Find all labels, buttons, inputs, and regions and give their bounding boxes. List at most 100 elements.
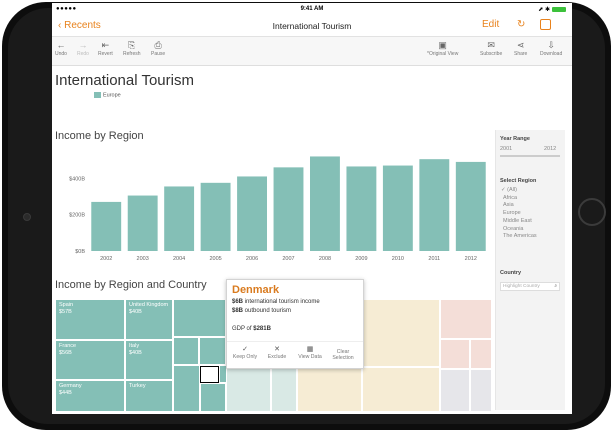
- refresh-label: Refresh: [123, 51, 141, 57]
- bar[interactable]: [419, 159, 450, 251]
- bar[interactable]: [273, 167, 304, 251]
- clear-selection-button[interactable]: Clear Selection: [328, 349, 358, 361]
- home-button[interactable]: [578, 198, 606, 226]
- y-tick-label: $0B: [75, 249, 85, 255]
- treemap-cell[interactable]: [200, 383, 226, 412]
- bar[interactable]: [346, 166, 377, 251]
- cell-label: United Kingdom: [129, 302, 169, 308]
- treemap-cell-france[interactable]: France $56B: [55, 340, 125, 380]
- bar[interactable]: [127, 195, 158, 251]
- treemap-cell-italy[interactable]: Italy $40B: [125, 340, 173, 380]
- clear-selection-label: Clear Selection: [332, 349, 354, 361]
- share-label: Share: [514, 51, 528, 57]
- treemap-cell[interactable]: [440, 339, 470, 369]
- treemap-cell[interactable]: [440, 369, 470, 412]
- revert-icon: ⇤: [101, 40, 110, 50]
- original-view-button[interactable]: ▣ *Original View: [427, 40, 458, 57]
- treemap-cell[interactable]: [226, 367, 271, 412]
- treemap-cell[interactable]: [199, 337, 226, 365]
- download-icon: ⇩: [547, 40, 555, 50]
- x-tick-label: 2006: [246, 256, 258, 262]
- treemap-cell-germany[interactable]: Germany $44B: [55, 380, 125, 412]
- treemap-cell[interactable]: [470, 339, 492, 369]
- region-option[interactable]: ✓ (All): [501, 187, 517, 195]
- region-option[interactable]: Africa: [503, 195, 517, 203]
- bar[interactable]: [455, 161, 486, 251]
- y-tick-label: $400B: [69, 176, 85, 182]
- cell-label: Turkey: [129, 383, 146, 389]
- x-tick-label: 2005: [209, 256, 221, 262]
- treemap-cell[interactable]: [362, 299, 440, 367]
- refresh-data-icon: ⎘: [128, 40, 136, 50]
- bar[interactable]: [237, 176, 267, 251]
- bluetooth-icon: ⬈ ✱: [538, 7, 550, 13]
- treemap-cell[interactable]: [470, 369, 492, 412]
- share-button[interactable]: ⋖ Share: [514, 40, 527, 57]
- x-tick-label: 2012: [465, 256, 477, 262]
- outbound-text: outbound tourism: [243, 308, 292, 314]
- legend-swatch: [94, 92, 101, 98]
- status-time: 9:41 AM: [300, 6, 324, 12]
- undo-button[interactable]: ← Undo: [55, 40, 67, 57]
- exclude-button[interactable]: ✕ Exclude: [263, 345, 291, 360]
- treemap-cell-spain[interactable]: Spain $57B: [55, 299, 125, 340]
- keep-only-button[interactable]: ✓ Keep Only: [231, 345, 259, 360]
- bar[interactable]: [200, 182, 231, 251]
- tooltip-country: Denmark: [232, 284, 280, 296]
- treemap-cell-uk[interactable]: United Kingdom $40B: [125, 299, 173, 340]
- bar[interactable]: [164, 186, 195, 251]
- treemap-cell[interactable]: [440, 299, 492, 339]
- revert-button[interactable]: ⇤ Revert: [98, 40, 113, 57]
- treemap-selection[interactable]: [200, 366, 219, 383]
- cell-label: France: [59, 343, 77, 349]
- treemap-cell[interactable]: [173, 365, 200, 412]
- region-option[interactable]: Middle East: [503, 218, 532, 226]
- dashboard-title: International Tourism: [55, 72, 194, 89]
- refresh-button[interactable]: ⎘ Refresh: [123, 40, 141, 57]
- search-icon: ⌕: [554, 284, 557, 289]
- income-value: $6B: [232, 299, 244, 305]
- revert-label: Revert: [98, 51, 113, 57]
- redo-icon: →: [78, 40, 88, 50]
- x-tick-label: 2004: [173, 256, 185, 262]
- filter-panel: Year Range 2001 2012 Select Region ✓ (Al…: [495, 130, 565, 410]
- legend: Europe: [94, 92, 121, 98]
- redo-button[interactable]: → Redo: [77, 40, 89, 57]
- view-data-label: View Data: [298, 354, 322, 360]
- treemap-cell[interactable]: [173, 299, 226, 337]
- income-bar-chart: $0B $200B $400B 2002 2003 2004 2005 2006 2007 200…: [69, 156, 486, 262]
- region-option[interactable]: Oceania: [503, 226, 524, 234]
- region-option[interactable]: Asia: [503, 202, 514, 210]
- view-data-button[interactable]: ▦ View Data: [295, 345, 325, 360]
- treemap-cell-turkey[interactable]: Turkey: [125, 380, 173, 412]
- gdp-text: GDP of: [232, 326, 254, 332]
- refresh-icon[interactable]: ↻: [517, 19, 525, 30]
- original-view-label: *Original View: [427, 51, 459, 57]
- edit-button[interactable]: Edit: [482, 19, 499, 30]
- sheets-icon[interactable]: [540, 19, 551, 30]
- treemap-cell[interactable]: [173, 337, 199, 365]
- treemap-cell[interactable]: [362, 367, 440, 412]
- treemap-cell[interactable]: [297, 367, 362, 412]
- subscribe-button[interactable]: ✉ Subscribe: [480, 40, 502, 57]
- region-option[interactable]: The Americas: [503, 233, 537, 241]
- download-button[interactable]: ⇩ Download: [540, 40, 562, 57]
- cell-label: Germany: [59, 383, 82, 389]
- bar[interactable]: [382, 165, 413, 251]
- year-range-slider[interactable]: [500, 155, 560, 157]
- tooltip-actions: ✓ Keep Only ✕ Exclude ▦ View Data Clear Sel…: [227, 341, 363, 369]
- bar[interactable]: [91, 201, 122, 251]
- x-tick-label: 2003: [137, 256, 149, 262]
- x-tick-label: 2007: [282, 256, 294, 262]
- camera-icon: [23, 213, 31, 221]
- region-option[interactable]: Europe: [503, 210, 521, 218]
- pause-button[interactable]: ⎙ Pause: [151, 40, 165, 57]
- x-tick-label: 2011: [428, 256, 440, 262]
- country-placeholder: Highlight Country: [503, 284, 540, 289]
- income-by-region-country-title: Income by Region and Country: [55, 279, 207, 291]
- cell-value: $57B: [59, 309, 72, 315]
- select-region-title: Select Region: [500, 178, 537, 184]
- highlight-country-input[interactable]: Highlight Country ⌕: [500, 282, 560, 291]
- bar[interactable]: [310, 156, 340, 251]
- treemap-cell[interactable]: [271, 367, 297, 412]
